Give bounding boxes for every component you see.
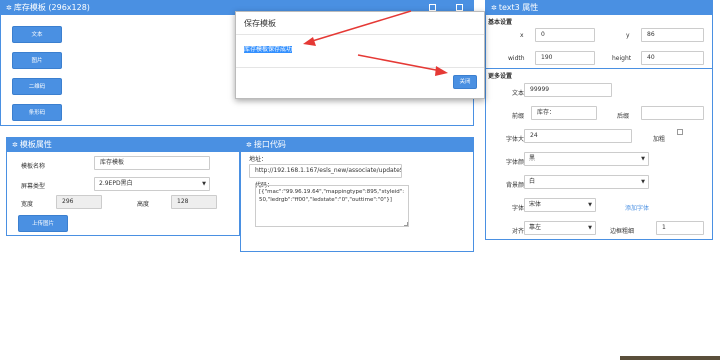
- arrow-to-message: [303, 10, 412, 46]
- annotation-arrows: [303, 10, 448, 76]
- arrow-to-close-button: [357, 54, 448, 76]
